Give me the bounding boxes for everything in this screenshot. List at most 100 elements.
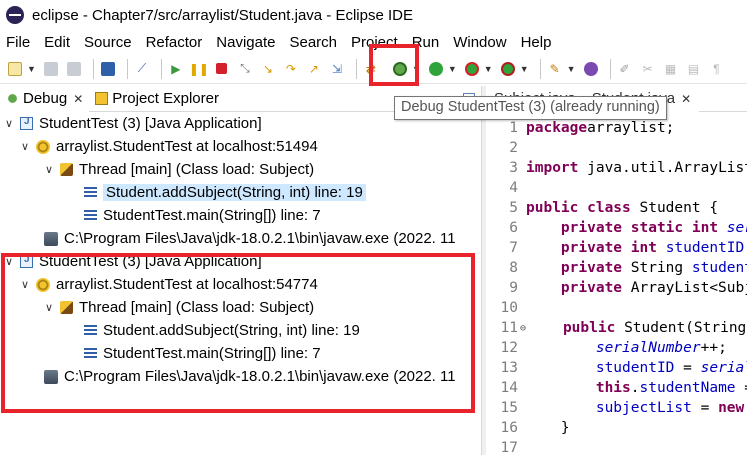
open-type-icon[interactable] <box>582 60 600 78</box>
menu-source[interactable]: Source <box>84 34 132 51</box>
block-selection-icon[interactable]: ▦ <box>662 60 680 78</box>
code-line[interactable]: 3 import java.util.ArrayList; <box>486 158 747 178</box>
terminate-icon[interactable] <box>213 60 231 78</box>
code-token: = name; <box>736 380 747 396</box>
run-icon[interactable] <box>427 60 445 78</box>
frame-label: StudentTest.main(String[]) line: 7 <box>103 207 321 224</box>
code-line[interactable]: 7 private int studentID; <box>486 238 747 258</box>
code-line[interactable]: 9 private ArrayList<Subject> subjectList… <box>486 278 747 298</box>
code-token: new <box>718 400 745 416</box>
tree-target-1[interactable]: ∨ arraylist.StudentTest at localhost:514… <box>20 135 318 158</box>
code-line[interactable]: 12 serialNumber ++; <box>486 338 727 358</box>
code-token: subjectList <box>595 400 692 416</box>
menu-file[interactable]: File <box>6 34 30 51</box>
code-token: public <box>562 320 616 336</box>
save-icon[interactable] <box>42 60 60 78</box>
show-whitespace-icon[interactable]: ¶ <box>708 60 726 78</box>
code-line[interactable]: 1 package arraylist; <box>486 118 674 138</box>
menu-edit[interactable]: Edit <box>44 34 70 51</box>
tree-frame-1-2[interactable]: StudentTest.main(String[]) line: 7 <box>84 204 321 227</box>
code-token: = <box>691 400 719 416</box>
stack-frame-icon <box>84 210 97 221</box>
menu-help[interactable]: Help <box>521 34 552 51</box>
terminal-icon[interactable] <box>99 60 117 78</box>
tree-launch-1[interactable]: ∨ StudentTest (3) [Java Application] <box>4 112 262 135</box>
code-line[interactable]: 4 <box>486 178 526 198</box>
word-wrap-icon[interactable]: ▤ <box>685 60 703 78</box>
code-token: = <box>674 360 701 376</box>
step-into-icon[interactable]: ↘ <box>259 60 277 78</box>
new-icon[interactable] <box>6 60 24 78</box>
code-line[interactable]: 10 <box>486 298 526 318</box>
disconnect-icon[interactable]: ⤡ <box>236 60 254 78</box>
code-line[interactable]: 6 private static int serialNumber <box>486 218 747 238</box>
code-line[interactable]: 16 } <box>486 418 570 438</box>
collapse-chevron-icon[interactable]: ∨ <box>4 117 14 130</box>
new-dropdown-icon[interactable]: ▼ <box>27 64 36 74</box>
run-dropdown-icon[interactable]: ▼ <box>448 64 457 74</box>
menu-window[interactable]: Window <box>453 34 506 51</box>
toolbar-separator <box>160 58 162 79</box>
new-java-dropdown-icon[interactable]: ▼ <box>567 64 576 74</box>
resume-icon[interactable]: ▶ <box>167 60 185 78</box>
toolbar-separator <box>126 58 128 79</box>
debug-target-icon <box>36 139 50 154</box>
collapse-chevron-icon[interactable]: ∨ <box>20 140 30 153</box>
code-token: studentID; <box>665 240 747 256</box>
code-line[interactable]: 15 subjectList = new ArrayList<>(); <box>486 398 747 418</box>
toggle-mark-occurrences-icon[interactable]: ✐ <box>616 60 634 78</box>
stack-frame-icon <box>84 187 97 198</box>
code-line[interactable]: 11⊖ public Student(String name) { <box>486 318 747 338</box>
line-number: 15 <box>500 400 518 416</box>
tree-process-1[interactable]: C:\Program Files\Java\jdk-18.0.2.1\bin\j… <box>44 227 456 250</box>
code-line[interactable]: 2 <box>486 138 526 158</box>
process-label: C:\Program Files\Java\jdk-18.0.2.1\bin\j… <box>64 230 456 247</box>
thread-label: Thread [main] (Class load: Subject) <box>79 161 315 178</box>
toolbar-separator <box>609 58 611 79</box>
suspend-icon[interactable]: ❚❚ <box>189 60 209 78</box>
step-over-icon[interactable]: ↷ <box>282 60 300 78</box>
fold-toggle-icon[interactable]: ⊖ <box>520 323 526 334</box>
tab-debug[interactable]: Debug ✕ <box>0 85 90 112</box>
code-line[interactable]: 17 <box>486 438 526 455</box>
coverage-icon[interactable] <box>463 60 481 78</box>
coverage-dropdown-icon[interactable]: ▼ <box>484 64 493 74</box>
line-number: 12 <box>500 340 518 356</box>
tab-project-explorer[interactable]: Project Explorer <box>89 86 225 112</box>
external-tools-icon[interactable] <box>499 60 517 78</box>
tab-project-explorer-label: Project Explorer <box>112 90 219 107</box>
save-all-icon[interactable] <box>65 60 83 78</box>
code-token: private int <box>560 240 657 256</box>
drop-to-frame-icon[interactable]: ⇲ <box>328 60 346 78</box>
code-line[interactable]: 8 private String studentName; <box>486 258 747 278</box>
skip-breakpoints-icon[interactable]: ⟋ <box>133 60 151 78</box>
close-icon[interactable]: ✕ <box>73 92 83 106</box>
debug-bug-icon <box>6 92 19 105</box>
menu-refactor[interactable]: Refactor <box>146 34 203 51</box>
collapse-chevron-icon[interactable]: ∨ <box>44 163 54 176</box>
debug-tooltip: Debug StudentTest (3) (already running) <box>394 96 667 120</box>
tab-debug-label: Debug <box>23 90 68 107</box>
menu-navigate[interactable]: Navigate <box>216 34 275 51</box>
debug-button-highlight <box>369 44 419 86</box>
new-java-project-icon[interactable]: ✎ <box>546 60 564 78</box>
line-number: 11 <box>500 320 518 336</box>
tree-thread-1[interactable]: ∨ Thread [main] (Class load: Subject) <box>44 158 314 181</box>
code-line[interactable]: 14 this.studentName = name; <box>486 378 747 398</box>
line-number: 14 <box>500 380 518 396</box>
launch-label: StudentTest (3) [Java Application] <box>39 115 262 132</box>
tree-frame-1-1[interactable]: Student.addSubject(String, int) line: 19 <box>84 181 366 204</box>
toggle-breadcrumb-icon[interactable]: ✂ <box>639 60 657 78</box>
line-number: 3 <box>509 160 518 176</box>
close-icon[interactable]: ✕ <box>681 92 691 106</box>
code-line[interactable]: 13 studentID = serialNumber; <box>486 358 747 378</box>
menu-search[interactable]: Search <box>289 34 337 51</box>
code-line[interactable]: 5 public class Student { <box>486 198 718 218</box>
step-return-icon[interactable]: ↗ <box>305 60 323 78</box>
external-tools-dropdown-icon[interactable]: ▼ <box>520 64 529 74</box>
line-number: 10 <box>500 300 518 316</box>
